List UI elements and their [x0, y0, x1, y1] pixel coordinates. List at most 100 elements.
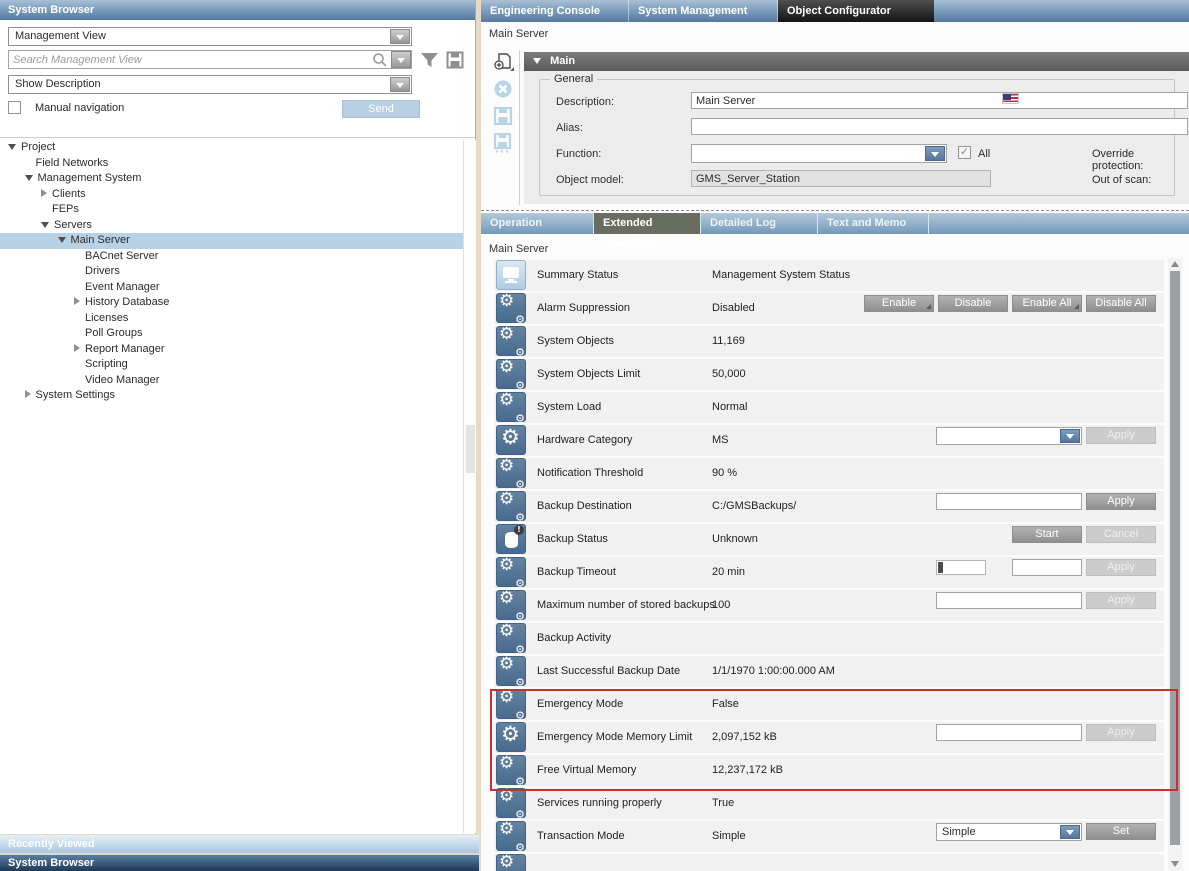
- function-dropdown[interactable]: [691, 144, 947, 163]
- tree-item-event-manager[interactable]: Event Manager: [0, 280, 463, 296]
- property-value: Simple: [712, 830, 746, 842]
- row-select[interactable]: Simple: [936, 823, 1082, 841]
- row-input[interactable]: [1012, 559, 1082, 576]
- tree-expanded-arrow-icon[interactable]: [25, 175, 33, 181]
- recently-viewed-label: Recently Viewed: [8, 838, 95, 850]
- tree-item-feps[interactable]: FEPs: [0, 202, 463, 218]
- property-name: Emergency Mode: [537, 698, 623, 710]
- search-chevron-down-icon[interactable]: [391, 51, 411, 68]
- delete-object-icon[interactable]: [493, 79, 519, 97]
- tree-expanded-arrow-icon[interactable]: [8, 144, 16, 150]
- tree-item-history-database[interactable]: History Database: [0, 295, 463, 311]
- main-section-header[interactable]: Main: [524, 52, 1189, 71]
- tree-item-field-networks[interactable]: Field Networks: [0, 156, 463, 172]
- scroll-up-icon[interactable]: [1171, 261, 1179, 267]
- tree-expanded-arrow-icon[interactable]: [58, 237, 66, 243]
- recently-viewed-bar[interactable]: Recently Viewed: [0, 835, 479, 853]
- disable-all-button[interactable]: Disable All: [1086, 295, 1156, 312]
- tree-item-label: Video Manager: [85, 374, 159, 386]
- chevron-down-icon[interactable]: [390, 77, 410, 92]
- row-slider[interactable]: [936, 560, 986, 575]
- tree-item-report-manager[interactable]: Report Manager: [0, 342, 463, 358]
- tree-item-poll-groups[interactable]: Poll Groups: [0, 326, 463, 342]
- tree-scrollbar-thumb[interactable]: [466, 425, 475, 473]
- gears-icon: ⚙⚙: [496, 689, 526, 719]
- disable-button[interactable]: Disable: [938, 295, 1008, 312]
- tree-item-servers[interactable]: Servers: [0, 218, 463, 234]
- cancel-button[interactable]: Cancel: [1086, 526, 1156, 543]
- save-filter-icon[interactable]: [446, 51, 464, 72]
- property-list-scrollbar[interactable]: [1168, 258, 1182, 871]
- tab-detailed-log[interactable]: Detailed Log: [701, 213, 818, 234]
- scroll-down-icon[interactable]: [1171, 861, 1179, 867]
- property-controls: Apply: [932, 427, 1156, 445]
- alias-input[interactable]: [691, 118, 1188, 135]
- chevron-down-icon[interactable]: [1060, 825, 1080, 839]
- tree-item-scripting[interactable]: Scripting: [0, 357, 463, 373]
- property-value: 12,237,172 kB: [712, 764, 783, 776]
- send-button[interactable]: Send: [342, 100, 420, 118]
- row-select[interactable]: [936, 427, 1082, 445]
- description-dropdown[interactable]: Show Description: [8, 75, 412, 94]
- apply-button[interactable]: Apply: [1086, 592, 1156, 609]
- tree-collapsed-arrow-icon[interactable]: [41, 189, 47, 197]
- tree-item-drivers[interactable]: Drivers: [0, 264, 463, 280]
- tree-collapsed-arrow-icon[interactable]: [74, 297, 80, 305]
- tree-collapsed-arrow-icon[interactable]: [25, 390, 31, 398]
- tree-item-bacnet-server[interactable]: BACnet Server: [0, 249, 463, 265]
- filter-icon[interactable]: [420, 51, 439, 72]
- tree-item-system-settings[interactable]: System Settings: [0, 388, 463, 404]
- row-input[interactable]: [936, 724, 1082, 741]
- tab-system-management[interactable]: System Management: [629, 0, 778, 22]
- system-browser-bottom-bar[interactable]: System Browser: [0, 854, 479, 871]
- apply-button[interactable]: Apply: [1086, 427, 1156, 444]
- chevron-down-icon[interactable]: [390, 29, 410, 44]
- view-dropdown[interactable]: Management View: [8, 27, 412, 46]
- tree-scrollbar[interactable]: [463, 140, 476, 833]
- scrollbar-thumb[interactable]: [1170, 271, 1180, 845]
- gears-icon: ⚙⚙: [496, 458, 526, 488]
- save-icon[interactable]: [493, 106, 519, 124]
- chevron-down-icon[interactable]: [925, 146, 945, 161]
- set-button[interactable]: Set: [1086, 823, 1156, 840]
- all-checkbox[interactable]: ✓: [958, 146, 971, 159]
- property-row-system-load: ⚙⚙System LoadNormal: [494, 392, 1164, 423]
- save-all-icon[interactable]: [493, 133, 519, 151]
- apply-button[interactable]: Apply: [1086, 559, 1156, 576]
- navigation-tree: ProjectField NetworksManagement SystemCl…: [0, 140, 463, 404]
- description-input[interactable]: [691, 92, 1188, 109]
- tab-operation[interactable]: Operation: [481, 213, 594, 234]
- property-controls: EnableDisableEnable AllDisable All: [860, 295, 1156, 312]
- gears-icon: ⚙⚙: [496, 854, 526, 871]
- collapse-arrow-icon[interactable]: [533, 58, 541, 64]
- chevron-down-icon[interactable]: [1060, 429, 1080, 443]
- slider-thumb[interactable]: [938, 562, 943, 573]
- tree-collapsed-arrow-icon[interactable]: [74, 344, 80, 352]
- tree-item-licenses[interactable]: Licenses: [0, 311, 463, 327]
- search-input[interactable]: [8, 50, 412, 69]
- start-button[interactable]: Start: [1012, 526, 1082, 543]
- enable-all-button[interactable]: Enable All: [1012, 295, 1082, 312]
- property-name: Alarm Suppression: [537, 302, 630, 314]
- tree-item-video-manager[interactable]: Video Manager: [0, 373, 463, 389]
- apply-button[interactable]: Apply: [1086, 724, 1156, 741]
- apply-button[interactable]: Apply: [1086, 493, 1156, 510]
- gears-icon: ⚙⚙: [496, 788, 526, 818]
- tree-item-clients[interactable]: Clients: [0, 187, 463, 203]
- property-name: Emergency Mode Memory Limit: [537, 731, 692, 743]
- tree-item-main-server[interactable]: Main Server: [0, 233, 463, 249]
- tree-item-management-system[interactable]: Management System: [0, 171, 463, 187]
- tab-extended-operation[interactable]: Extended Operation: [594, 213, 701, 234]
- new-object-icon[interactable]: [493, 52, 519, 70]
- enable-button[interactable]: Enable: [864, 295, 934, 312]
- tree-item-project[interactable]: Project: [0, 140, 463, 156]
- tree-expanded-arrow-icon[interactable]: [41, 222, 49, 228]
- tab-text-and-memo[interactable]: Text and Memo: [818, 213, 929, 234]
- search-icon[interactable]: [372, 52, 388, 71]
- row-input[interactable]: [936, 592, 1082, 609]
- manual-navigation-checkbox[interactable]: [8, 101, 21, 114]
- tab-engineering-console[interactable]: Engineering Console: [481, 0, 629, 22]
- tab-object-configurator[interactable]: Object Configurator: [778, 0, 934, 22]
- property-name: Last Successful Backup Date: [537, 665, 680, 677]
- row-input[interactable]: [936, 493, 1082, 510]
